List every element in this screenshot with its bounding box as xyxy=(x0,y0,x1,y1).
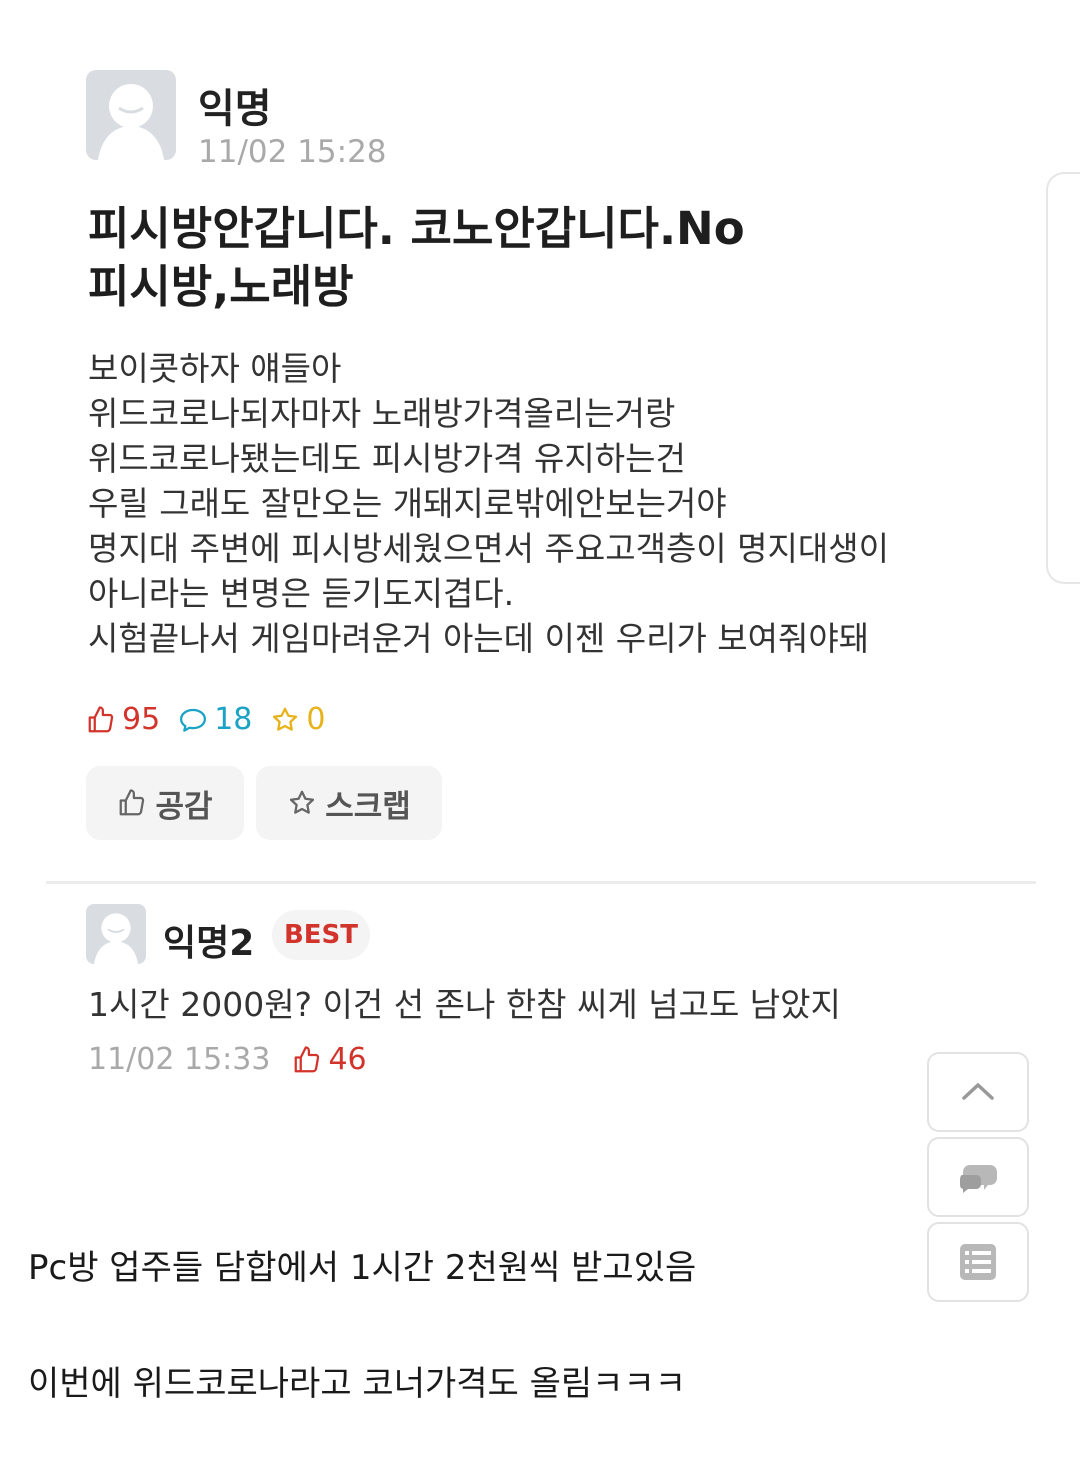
post-title: 피시방안갑니다. 코노안갑니다.No 피시방,노래방 xyxy=(88,200,868,316)
chat-icon xyxy=(960,1165,997,1193)
list-button[interactable] xyxy=(927,1222,1029,1302)
comment-meta: 11/02 15:33 46 xyxy=(88,1042,367,1077)
comment-count-value: 18 xyxy=(214,702,253,737)
comment-text: 1시간 2000원? 이건 선 존나 한참 씨게 넘고도 남았지 xyxy=(88,985,841,1024)
post-body-line: 명지대 주변에 피시방세웠으면서 주요고객층이 명지대생이 xyxy=(88,529,889,568)
post-title-line: 피시방안갑니다. 코노안갑니다.No xyxy=(88,202,745,255)
post-body-line: 보이콧하자 얘들아 xyxy=(88,349,342,388)
comment-count: 18 xyxy=(178,702,252,737)
post-body: 보이콧하자 얘들아 위드코로나되자마자 노래방가격올리는거랑 위드코로나됐는데도… xyxy=(88,346,1048,661)
post-body-line: 시험끝나서 게임마려운거 아는데 이젠 우리가 보여줘야돼 xyxy=(88,619,870,658)
caption-line: 이번에 위드코로나라고 코너가격도 올림ㅋㅋㅋ xyxy=(28,1364,687,1404)
like-button[interactable]: 공감 xyxy=(86,766,244,840)
thumbs-up-icon xyxy=(120,789,145,816)
like-button-label: 공감 xyxy=(155,788,213,825)
post-title-line: 피시방,노래방 xyxy=(88,260,354,313)
caption-line: Pc방 업주들 담합에서 1시간 2천원씩 받고있음 xyxy=(28,1248,697,1288)
chat-button[interactable] xyxy=(927,1137,1029,1217)
speech-bubble-icon xyxy=(180,708,207,732)
best-badge: BEST xyxy=(272,910,370,960)
author-avatar xyxy=(86,70,176,160)
comment-avatar xyxy=(86,904,146,964)
like-count-value: 95 xyxy=(122,702,161,737)
chevron-up-icon xyxy=(962,1083,994,1100)
post-body-line: 아니라는 변명은 듣기도지겹다. xyxy=(88,574,515,613)
scroll-panel-edge[interactable] xyxy=(1046,172,1080,584)
star-icon xyxy=(290,790,315,814)
comment-time: 11/02 15:33 xyxy=(88,1042,271,1077)
scrap-button[interactable]: 스크랩 xyxy=(256,766,442,840)
scrap-count-value: 0 xyxy=(306,702,326,737)
post-time: 11/02 15:28 xyxy=(198,134,387,170)
post-author: 익명 xyxy=(198,86,272,132)
star-icon xyxy=(273,707,298,731)
default-profile-icon xyxy=(94,913,138,964)
list-icon xyxy=(960,1244,996,1280)
default-profile-icon xyxy=(98,84,164,160)
post-body-line: 위드코로나되자마자 노래방가격올리는거랑 xyxy=(88,394,676,433)
comment-like-value: 46 xyxy=(328,1042,367,1077)
thumbs-up-icon xyxy=(295,1045,320,1072)
post-body-line: 우릴 그래도 잘만오는 개돼지로밖에안보는거야 xyxy=(88,484,727,523)
comment-author: 익명2 xyxy=(163,923,255,964)
thumbs-up-icon xyxy=(88,705,114,732)
scroll-top-button[interactable] xyxy=(927,1052,1029,1132)
divider xyxy=(46,881,1036,884)
scrap-count: 0 xyxy=(270,702,325,737)
post-stats: 95 18 0 xyxy=(86,702,343,737)
like-count: 95 xyxy=(86,702,160,737)
comment-like-count[interactable]: 46 xyxy=(292,1042,367,1077)
post-body-line: 위드코로나됐는데도 피시방가격 유지하는건 xyxy=(88,439,686,478)
scrap-button-label: 스크랩 xyxy=(325,788,411,825)
